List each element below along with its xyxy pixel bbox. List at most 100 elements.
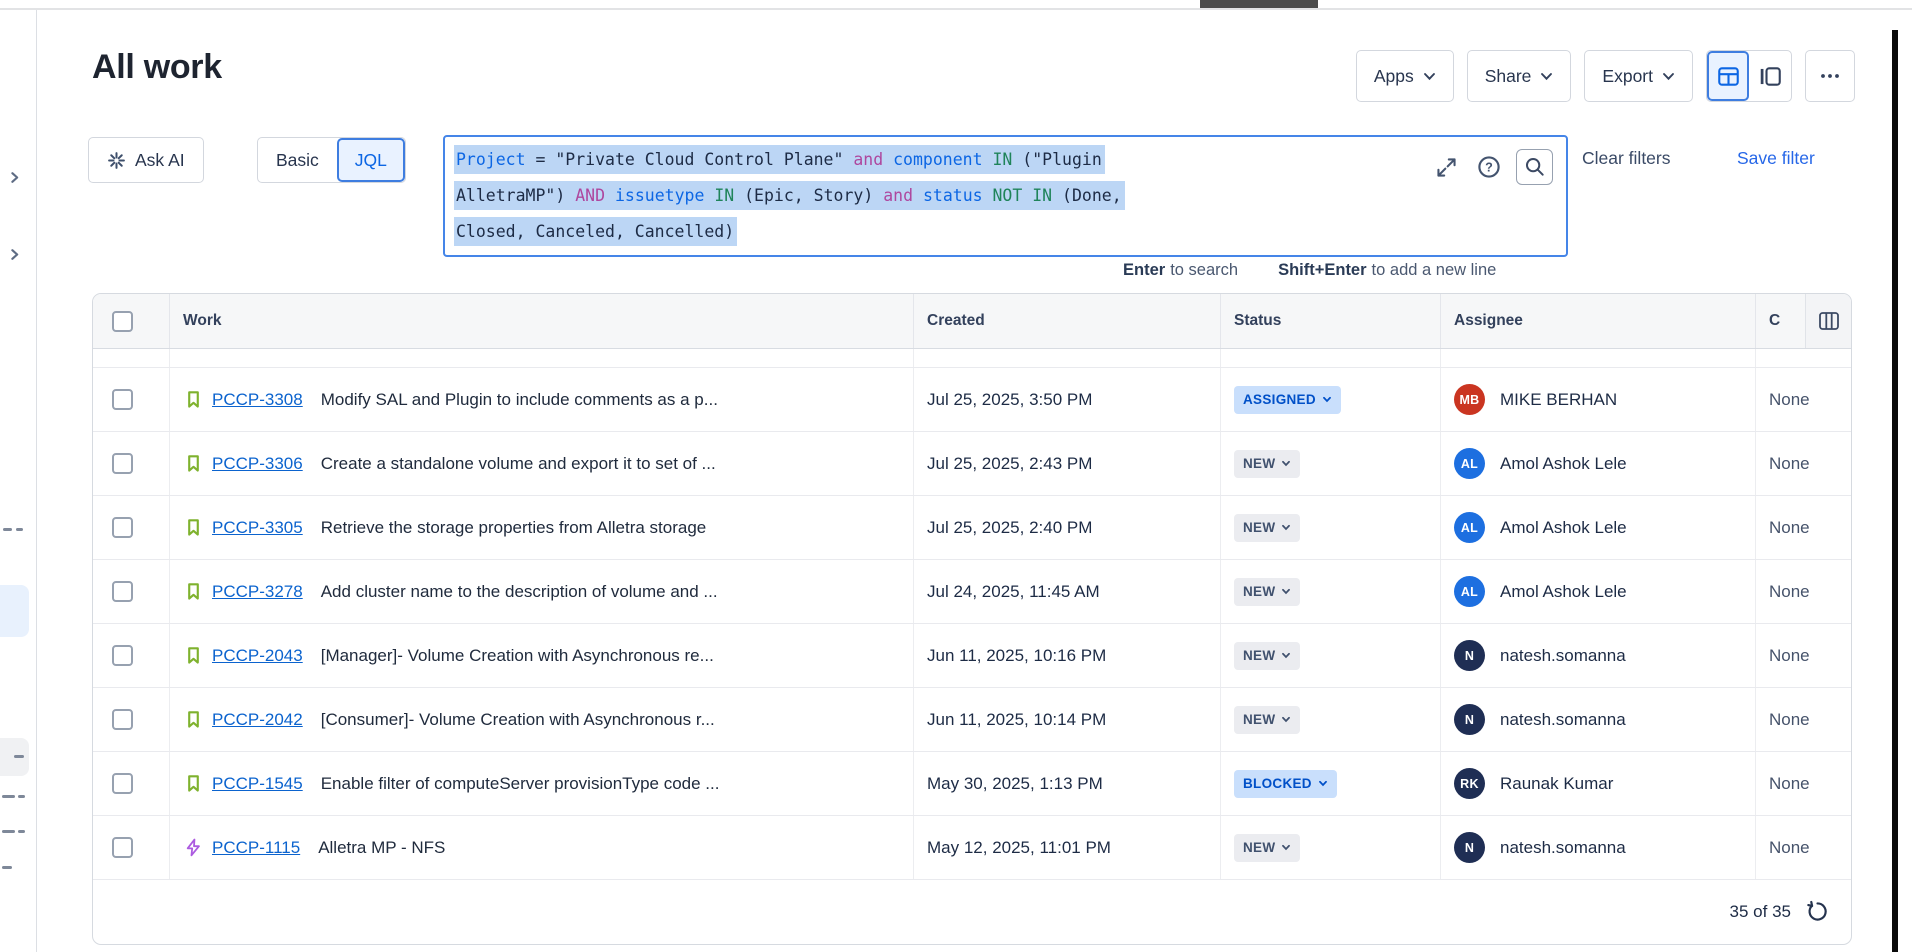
row-checkbox[interactable]: [112, 517, 133, 538]
table-row: PCCP-1115Alletra MP - NFSMay 12, 2025, 1…: [93, 816, 1851, 880]
work-cell: PCCP-3306Create a standalone volume and …: [170, 432, 914, 495]
jql-mode-button[interactable]: JQL: [337, 138, 405, 182]
ask-ai-button[interactable]: Ask AI: [88, 137, 204, 183]
status-badge[interactable]: NEW: [1234, 578, 1300, 606]
issue-key-link[interactable]: PCCP-3306: [212, 454, 303, 474]
work-cell: PCCP-3278Add cluster name to the descrip…: [170, 560, 914, 623]
issue-key-link[interactable]: PCCP-1115: [212, 838, 300, 858]
jql-token: component: [893, 150, 982, 169]
assignee-cell: RKRaunak Kumar: [1441, 752, 1756, 815]
issue-key-link[interactable]: PCCP-3305: [212, 518, 303, 538]
work-cell: PCCP-1545Enable filter of computeServer …: [170, 752, 914, 815]
issue-key-link[interactable]: PCCP-1545: [212, 774, 303, 794]
assignee-cell: ALAmol Ashok Lele: [1441, 560, 1756, 623]
expand-editor-button[interactable]: [1430, 151, 1462, 183]
select-cell: [93, 496, 170, 559]
export-button-label: Export: [1602, 66, 1653, 87]
category-value: None: [1769, 774, 1810, 794]
status-badge[interactable]: BLOCKED: [1234, 770, 1337, 798]
status-badge[interactable]: ASSIGNED: [1234, 386, 1341, 414]
detail-view-button[interactable]: [1749, 51, 1791, 101]
jql-token: AlletraMP"): [456, 186, 575, 205]
row-checkbox[interactable]: [112, 453, 133, 474]
status-label: NEW: [1243, 712, 1275, 727]
status-badge[interactable]: NEW: [1234, 834, 1300, 862]
svg-text:?: ?: [1485, 161, 1493, 175]
status-cell: NEW: [1221, 560, 1441, 623]
status-label: NEW: [1243, 520, 1275, 535]
refresh-button[interactable]: [1806, 900, 1829, 923]
more-icon: [1820, 73, 1840, 79]
jql-editor[interactable]: Project = "Private Cloud Control Plane" …: [443, 135, 1568, 257]
story-icon: [183, 390, 203, 410]
avatar: RK: [1454, 768, 1485, 799]
share-button[interactable]: Share: [1467, 50, 1572, 102]
avatar: MB: [1454, 384, 1485, 415]
row-checkbox[interactable]: [112, 389, 133, 410]
jql-token: and: [853, 150, 883, 169]
story-icon: [183, 582, 203, 602]
category-cell: None: [1756, 496, 1851, 559]
table-view-button[interactable]: [1707, 51, 1749, 101]
issue-key-link[interactable]: PCCP-3278: [212, 582, 303, 602]
search-icon: [1524, 156, 1546, 178]
chevron-right-icon[interactable]: [7, 170, 22, 190]
chevron-down-icon: [1281, 524, 1291, 531]
column-header-work[interactable]: Work: [170, 294, 914, 348]
status-label: ASSIGNED: [1243, 392, 1316, 407]
export-button[interactable]: Export: [1584, 50, 1693, 102]
select-all-cell: [93, 294, 170, 348]
table-row: PCCP-1545Enable filter of computeServer …: [93, 752, 1851, 816]
category-value: None: [1769, 838, 1810, 858]
shift-enter-hint: Shift+Enterto add a new line: [1278, 261, 1496, 280]
sidebar-item[interactable]: [0, 738, 29, 776]
status-badge[interactable]: NEW: [1234, 514, 1300, 542]
assignee-name: MIKE BERHAN: [1500, 390, 1617, 410]
row-checkbox[interactable]: [112, 581, 133, 602]
column-header-created[interactable]: Created: [914, 294, 1221, 348]
issue-key-link[interactable]: PCCP-2043: [212, 646, 303, 666]
jql-token: AND: [575, 186, 605, 205]
issue-key-link[interactable]: PCCP-2042: [212, 710, 303, 730]
share-button-label: Share: [1485, 66, 1532, 87]
row-checkbox[interactable]: [112, 709, 133, 730]
row-checkbox[interactable]: [112, 645, 133, 666]
chevron-right-icon[interactable]: [7, 247, 22, 267]
created-cell: May 12, 2025, 11:01 PM: [914, 816, 1221, 879]
jql-token: Project: [456, 150, 526, 169]
status-badge[interactable]: NEW: [1234, 642, 1300, 670]
row-checkbox[interactable]: [112, 837, 133, 858]
status-label: NEW: [1243, 456, 1275, 471]
more-button[interactable]: [1805, 50, 1855, 102]
issue-key-link[interactable]: PCCP-3308: [212, 390, 303, 410]
jql-token: = "Private Cloud Control Plane": [526, 150, 854, 169]
sidebar-sliver: [0, 10, 37, 952]
help-button[interactable]: ?: [1473, 151, 1505, 183]
jql-token: [913, 186, 923, 205]
sidebar-active-item[interactable]: [0, 585, 29, 637]
column-header-category-label[interactable]: C: [1769, 312, 1780, 330]
jql-line: AlletraMP") AND issuetype IN (Epic, Stor…: [454, 178, 1125, 214]
chevron-down-icon: [1318, 780, 1328, 787]
story-icon: [183, 710, 203, 730]
save-filter-link[interactable]: Save filter: [1737, 148, 1815, 169]
created-cell: Jul 25, 2025, 2:43 PM: [914, 432, 1221, 495]
status-badge[interactable]: NEW: [1234, 706, 1300, 734]
created-cell: Jul 25, 2025, 3:50 PM: [914, 368, 1221, 431]
basic-mode-button[interactable]: Basic: [258, 138, 337, 182]
status-cell: NEW: [1221, 624, 1441, 687]
column-header-category: C: [1756, 294, 1851, 348]
column-header-status[interactable]: Status: [1221, 294, 1441, 348]
status-badge[interactable]: NEW: [1234, 450, 1300, 478]
search-button[interactable]: [1516, 149, 1553, 185]
column-header-assignee[interactable]: Assignee: [1441, 294, 1756, 348]
select-all-checkbox[interactable]: [112, 311, 133, 332]
row-checkbox[interactable]: [112, 773, 133, 794]
chevron-down-icon: [1662, 72, 1675, 81]
columns-settings-button[interactable]: [1805, 294, 1851, 348]
clear-filters-button[interactable]: Clear filters: [1582, 148, 1671, 169]
story-icon: [183, 774, 203, 794]
chevron-down-icon: [1540, 72, 1553, 81]
apps-button[interactable]: Apps: [1356, 50, 1454, 102]
assignee-cell: ALAmol Ashok Lele: [1441, 432, 1756, 495]
